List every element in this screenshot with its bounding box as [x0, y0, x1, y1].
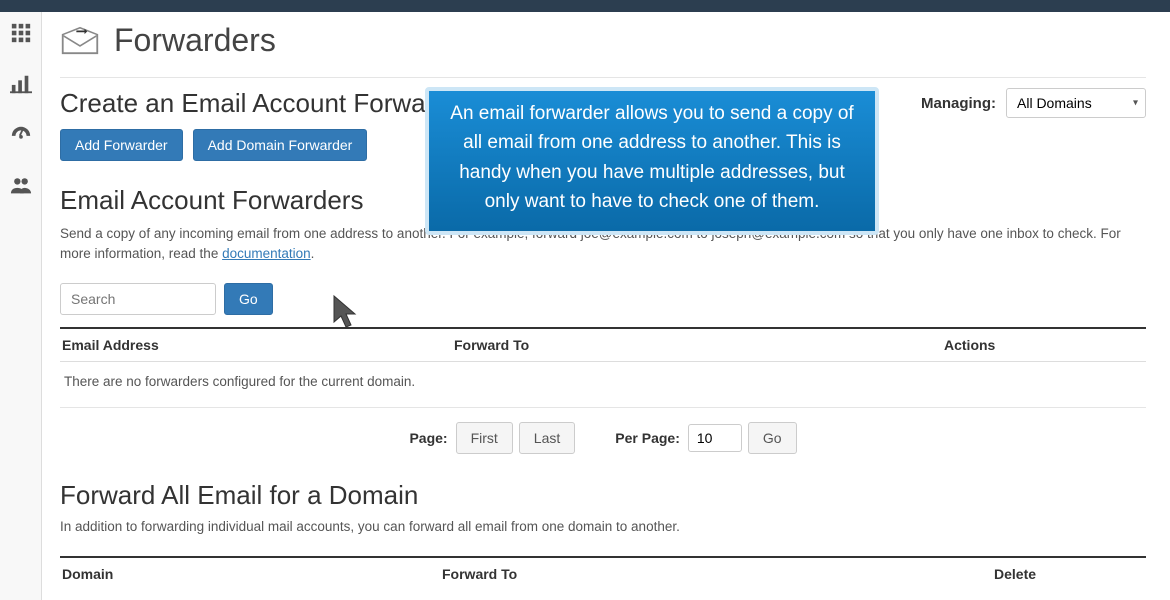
- add-forwarder-button[interactable]: Add Forwarder: [60, 129, 183, 161]
- domain-table-header: Domain Forward To Delete: [60, 556, 1146, 582]
- sidebar-users-icon[interactable]: [10, 175, 32, 202]
- managing-domain-select[interactable]: All Domains: [1006, 88, 1146, 118]
- create-forwarder-title: Create an Email Account Forwarder: [60, 88, 472, 119]
- cursor-icon: [332, 294, 360, 330]
- page-label: Page:: [409, 430, 447, 446]
- page-last-button[interactable]: Last: [519, 422, 575, 454]
- forwarders-table-header: Email Address Forward To Actions: [60, 327, 1146, 362]
- sidebar: [0, 12, 42, 600]
- search-input[interactable]: [60, 283, 216, 315]
- per-page-input[interactable]: [688, 424, 742, 452]
- info-tooltip: An email forwarder allows you to send a …: [425, 87, 879, 235]
- col-actions: Actions: [944, 337, 1144, 353]
- sidebar-dashboard-icon[interactable]: [10, 124, 32, 151]
- forwarder-envelope-icon: [60, 25, 100, 57]
- top-bar: [0, 0, 1170, 12]
- domain-forward-description: In addition to forwarding individual mai…: [60, 519, 1146, 534]
- domain-forward-title: Forward All Email for a Domain: [60, 480, 1146, 511]
- col-delete: Delete: [994, 566, 1144, 582]
- sidebar-stats-icon[interactable]: [10, 73, 32, 100]
- search-go-button[interactable]: Go: [224, 283, 273, 315]
- page-title: Forwarders: [114, 22, 276, 59]
- add-domain-forwarder-button[interactable]: Add Domain Forwarder: [193, 129, 368, 161]
- forwarders-empty-message: There are no forwarders configured for t…: [60, 362, 1146, 408]
- col-domain: Domain: [62, 566, 442, 582]
- documentation-link[interactable]: documentation: [222, 246, 311, 261]
- per-page-go-button[interactable]: Go: [748, 422, 797, 454]
- managing-label: Managing:: [921, 95, 996, 112]
- page-first-button[interactable]: First: [456, 422, 513, 454]
- col-forward-to: Forward To: [454, 337, 944, 353]
- col-domain-forward-to: Forward To: [442, 566, 994, 582]
- per-page-label: Per Page:: [615, 430, 680, 446]
- sidebar-grid-icon[interactable]: [10, 22, 32, 49]
- col-email: Email Address: [62, 337, 454, 353]
